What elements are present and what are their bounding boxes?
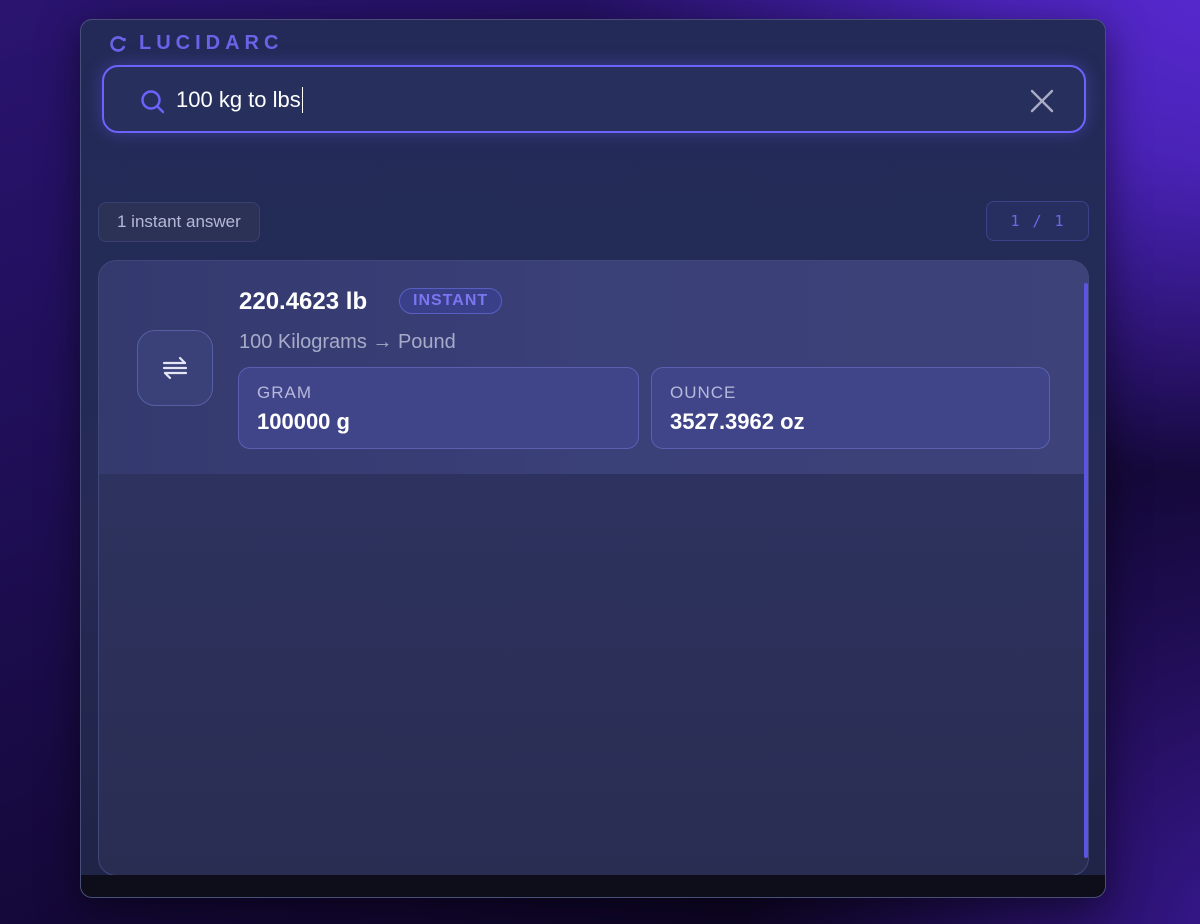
conversion-tile-gram[interactable]: GRAM 100000 g [238,367,639,449]
instant-badge: INSTANT [399,288,503,314]
conversion-label: GRAM [257,383,312,402]
scrollbar[interactable] [1084,283,1088,858]
close-icon[interactable] [1028,87,1056,115]
search-input[interactable]: 100 kg to lbs [176,83,976,117]
results-list: 220.4623 lb INSTANT 100 Kilograms → Poun… [98,260,1089,876]
search-icon [141,90,165,114]
launcher-window: LUCIDARC 100 kg to lbs 1 instant answer … [80,19,1106,898]
search-query: 100 kg to lbs [176,87,301,112]
brand: LUCIDARC [109,32,283,55]
result-icon-box [137,330,213,406]
result-item[interactable]: 220.4623 lb INSTANT 100 Kilograms → Poun… [99,261,1088,474]
conversion-label: OUNCE [670,383,737,402]
result-title: 220.4623 lb [239,288,368,315]
conversion-tile-ounce[interactable]: OUNCE 3527.3962 oz [651,367,1050,449]
swap-arrows-icon [162,356,188,380]
results-count-badge: 1 instant answer [98,202,260,242]
window-footer [81,875,1105,897]
pager-total: 1 [1054,212,1065,230]
search-bar[interactable]: 100 kg to lbs [102,65,1086,133]
pager-current: 1 [1010,212,1021,230]
brand-name: LUCIDARC [139,32,284,54]
conversion-value: 3527.3962 oz [670,409,805,434]
pager-separator: / [1032,212,1043,230]
pager: 1 / 1 [986,201,1089,241]
text-caret [301,87,303,113]
result-subtitle: 100 Kilograms → Pound [239,331,456,353]
conversion-value: 100000 g [257,409,350,434]
logo-icon [110,35,126,52]
